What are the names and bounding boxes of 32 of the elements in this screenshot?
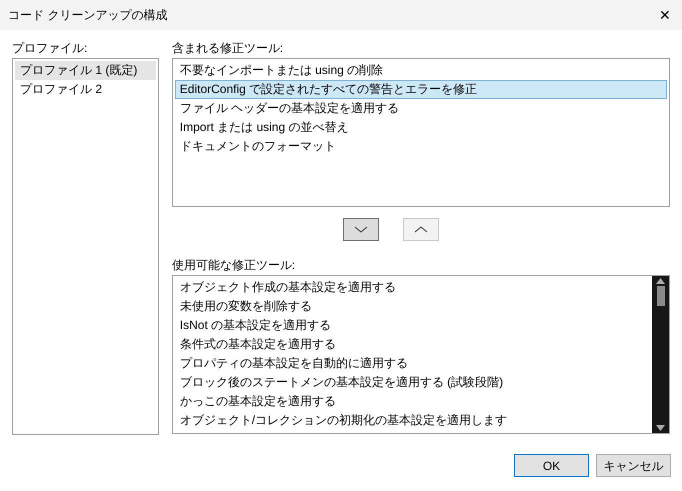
scroll-up-icon[interactable] [656, 278, 665, 284]
fixer-item[interactable]: オブジェクト作成の基本設定を適用する [174, 278, 650, 297]
included-fixers-list[interactable]: 不要なインポートまたは using の削除 EditorConfig で設定されたすべての警告とエラーを修正 ファイル ヘッダーの基本設定を適用する Import または using の並べ替え ドキュメントのフォーマット [172, 58, 670, 207]
fixer-item[interactable]: EditorConfig で設定されたすべての警告とエラーを修正 [174, 80, 667, 99]
fixer-item[interactable]: 不要なインポートまたは using の削除 [174, 61, 667, 80]
profiles-label: プロファイル: [12, 40, 88, 57]
fixer-item[interactable]: プロパティの基本設定を自動的に適用する [174, 354, 650, 373]
fixer-item[interactable]: 条件式の基本設定を適用する [174, 335, 650, 354]
fixer-item[interactable]: IsNot の基本設定を適用する [174, 316, 650, 335]
profile-item[interactable]: プロファイル 1 (既定) [15, 61, 156, 80]
scroll-down-icon[interactable] [656, 425, 665, 431]
scrollbar[interactable] [652, 276, 669, 433]
fixer-item[interactable]: かっこの基本設定を適用する [174, 392, 650, 411]
window-title: コード クリーンアップの構成 [8, 7, 168, 24]
profile-item[interactable]: プロファイル 2 [15, 80, 156, 99]
chevron-up-icon [414, 226, 428, 233]
move-down-button[interactable] [342, 218, 379, 241]
dialog-button[interactable]: キャンセル [596, 454, 671, 477]
dialog-button[interactable]: OK [514, 454, 589, 477]
fixer-item[interactable]: ブロック後のステートメンの基本設定を適用する (試験段階) [174, 373, 650, 392]
fixer-item[interactable]: ファイル ヘッダーの基本設定を適用する [174, 99, 667, 118]
available-fixers-list[interactable]: オブジェクト作成の基本設定を適用する 未使用の変数を削除する IsNot の基本設定を適用する 条件式の基本設定を適用する プロパティの基本設定を自動的に適用する ブロック後のステートメンの基本設定を適用する (試験段階) かっこの基本設定を適用する オブジェクト/コレクションの初期化の基本設定を適用します [172, 275, 670, 434]
included-fixers-label: 含まれる修正ツール: [172, 40, 284, 57]
scrollbar-thumb[interactable] [656, 286, 664, 306]
available-fixers-label: 使用可能な修正ツール: [172, 257, 296, 274]
fixer-item[interactable]: ドキュメントのフォーマット [174, 137, 667, 156]
fixer-item[interactable]: Import または using の並べ替え [174, 118, 667, 137]
fixer-item[interactable]: オブジェクト/コレクションの初期化の基本設定を適用します [174, 411, 650, 430]
chevron-down-icon [354, 226, 368, 233]
profile-list[interactable]: プロファイル 1 (既定) プロファイル 2 [12, 58, 159, 435]
close-button[interactable]: ✕ [650, 0, 680, 30]
fixer-item[interactable]: 未使用の変数を削除する [174, 297, 650, 316]
